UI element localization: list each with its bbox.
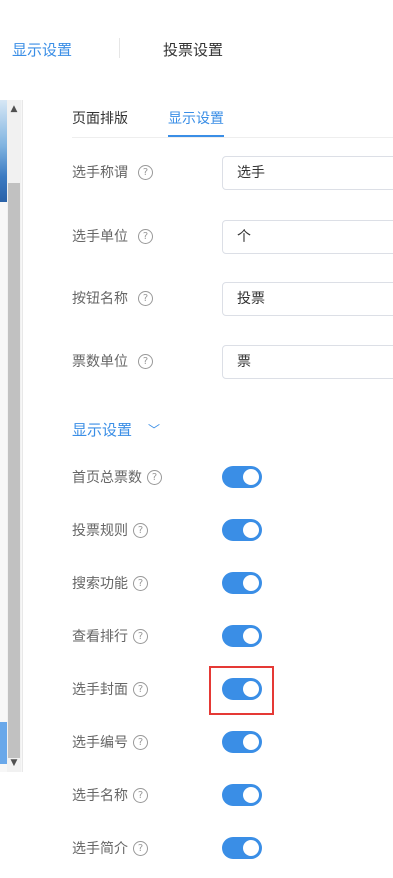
toggle-ranking[interactable] (222, 625, 262, 647)
toggle-home-total-votes[interactable] (222, 466, 262, 488)
help-icon[interactable]: ? (133, 841, 148, 856)
preview-footer-image (0, 722, 7, 764)
tab-divider (119, 38, 120, 58)
toggle-label-contestant-cover: 选手封面 (72, 682, 128, 698)
subtab-page-layout[interactable]: 页面排版 (72, 110, 128, 128)
subtab-divider (72, 137, 393, 138)
toggle-label-contestant-name: 选手名称 (72, 788, 128, 804)
toggle-contestant-intro[interactable] (222, 837, 262, 859)
toggle-knob (243, 628, 259, 644)
section-title-display-settings[interactable]: 显示设置 (72, 421, 132, 439)
scroll-up-arrow-icon[interactable]: ▲ (8, 102, 20, 116)
scrollbar-thumb[interactable] (8, 183, 20, 758)
toggle-vote-rules[interactable] (222, 519, 262, 541)
scroll-down-arrow-icon[interactable]: ▼ (8, 756, 20, 770)
field-label-contestant-title: 选手称谓 (72, 165, 128, 181)
toggle-knob (243, 469, 259, 485)
chevron-down-icon[interactable]: ﹀ (148, 421, 160, 439)
field-label-button-name: 按钮名称 (72, 291, 128, 307)
toggle-contestant-name[interactable] (222, 784, 262, 806)
tab-vote-settings[interactable]: 投票设置 (163, 40, 223, 60)
vote-unit-input[interactable]: 票 (222, 345, 393, 379)
contestant-unit-input[interactable]: 个 (222, 220, 393, 254)
contestant-title-input[interactable]: 选手 (222, 156, 393, 190)
tab-display-settings[interactable]: 显示设置 (12, 40, 72, 60)
subtab-display-settings[interactable]: 显示设置 (168, 110, 224, 128)
help-icon[interactable]: ? (147, 470, 162, 485)
toggle-label-home-total-votes: 首页总票数 (72, 470, 142, 486)
toggle-label-contestant-number: 选手编号 (72, 735, 128, 751)
toggle-label-search: 搜索功能 (72, 576, 128, 592)
field-label-contestant-unit: 选手单位 (72, 229, 128, 245)
toggle-search[interactable] (222, 572, 262, 594)
help-icon[interactable]: ? (133, 523, 148, 538)
toggle-label-ranking: 查看排行 (72, 629, 128, 645)
toggle-contestant-number[interactable] (222, 731, 262, 753)
toggle-knob (243, 575, 259, 591)
help-icon[interactable]: ? (133, 682, 148, 697)
toggle-knob (243, 734, 259, 750)
toggle-knob (243, 522, 259, 538)
field-label-vote-unit: 票数单位 (72, 354, 128, 370)
help-icon[interactable]: ? (133, 576, 148, 591)
help-icon[interactable]: ? (133, 735, 148, 750)
toggle-label-vote-rules: 投票规则 (72, 523, 128, 539)
button-name-input[interactable]: 投票 (222, 282, 393, 316)
top-tab-bar: 显示设置 投票设置 (0, 0, 393, 100)
help-icon[interactable]: ? (138, 165, 153, 180)
help-icon[interactable]: ? (133, 629, 148, 644)
preview-banner-image (0, 100, 7, 202)
help-icon[interactable]: ? (138, 354, 153, 369)
help-icon[interactable]: ? (133, 788, 148, 803)
toggle-knob (243, 787, 259, 803)
toggle-label-contestant-intro: 选手简介 (72, 841, 128, 857)
toggle-knob (243, 840, 259, 856)
help-icon[interactable]: ? (138, 291, 153, 306)
help-icon[interactable]: ? (138, 229, 153, 244)
highlight-box (209, 666, 274, 715)
preview-panel: ▲ ▼ (0, 100, 23, 772)
